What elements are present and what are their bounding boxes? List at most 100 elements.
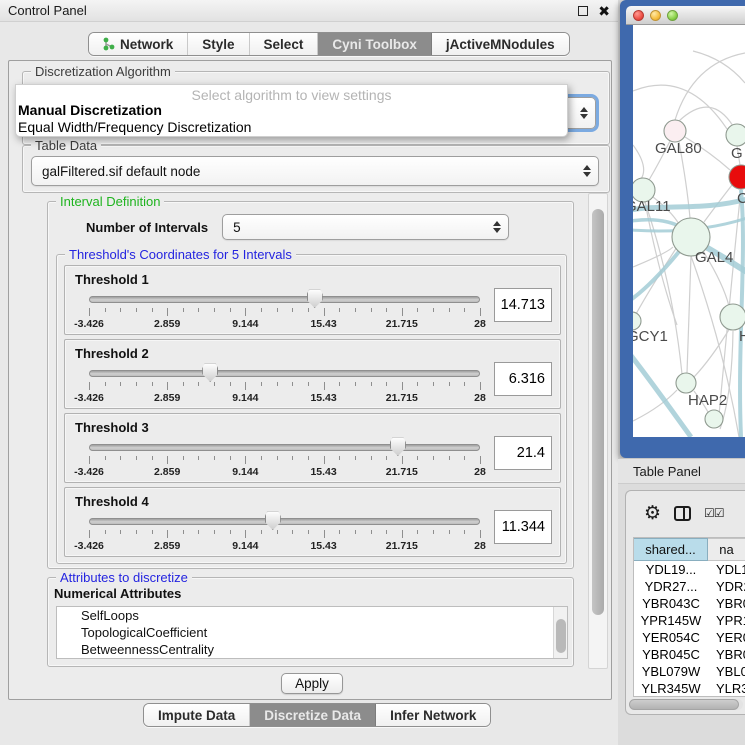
- table-row[interactable]: YLR345WYLR3: [634, 680, 745, 697]
- network-edge[interactable]: [633, 145, 644, 179]
- tab-impute-data[interactable]: Impute Data: [144, 704, 250, 726]
- tab-jactivemnodules[interactable]: jActiveMNodules: [432, 33, 569, 55]
- table-row[interactable]: YER054CYER0: [634, 629, 745, 646]
- column-header-shared-name[interactable]: shared...: [634, 538, 708, 561]
- dropdown-placeholder-item[interactable]: Select algorithm to view settings: [16, 85, 567, 102]
- float-window-icon[interactable]: [578, 6, 588, 16]
- table-row[interactable]: YBR045CYBR0: [634, 646, 745, 663]
- tick-mark: [183, 456, 184, 460]
- table-panel: ⚙ ☑☑ shared... na YDL19...YDL1YDR27...YD…: [625, 490, 745, 715]
- tick-mark: [198, 308, 199, 312]
- threshold-2-slider[interactable]: -3.4262.8599.14415.4321.71528: [89, 362, 480, 406]
- tick-mark: [167, 382, 168, 390]
- attribute-list-item[interactable]: SelfLoops: [57, 607, 567, 624]
- network-edge[interactable]: [693, 51, 745, 83]
- scrollbar-thumb[interactable]: [556, 619, 566, 653]
- attribute-list-item[interactable]: BetweennessCentrality: [57, 641, 567, 658]
- network-canvas[interactable]: GAL80GCGAL11GAL4GCY1HHAP2: [633, 25, 745, 437]
- table-row[interactable]: YDR27...YDR2: [634, 578, 745, 595]
- tick-mark: [214, 456, 215, 460]
- numerical-attributes-list[interactable]: SelfLoopsTopologicalCoefficientBetweenne…: [56, 606, 568, 659]
- threshold-3-value-field[interactable]: 21.4: [494, 436, 552, 470]
- threshold-3-slider[interactable]: -3.4262.8599.14415.4321.71528: [89, 436, 480, 480]
- column-header-name[interactable]: na: [708, 538, 745, 561]
- threshold-2-value-field[interactable]: 6.316: [494, 362, 552, 396]
- network-edge[interactable]: [675, 53, 745, 120]
- table-row[interactable]: YBL079WYBL0: [634, 663, 745, 680]
- tick-mark: [355, 456, 356, 460]
- network-node[interactable]: [664, 120, 686, 142]
- tick-mark: [183, 382, 184, 386]
- tab-style[interactable]: Style: [188, 33, 249, 55]
- number-of-intervals-combobox[interactable]: 5: [222, 214, 509, 240]
- group-legend: Attributes to discretize: [56, 570, 192, 585]
- tab-infer-network[interactable]: Infer Network: [376, 704, 490, 726]
- scrollbar-thumb[interactable]: [592, 209, 604, 615]
- slider-track[interactable]: [89, 518, 480, 525]
- network-view-window: GAL80GCGAL11GAL4GCY1HHAP2: [620, 0, 745, 458]
- tick-label: 9.144: [232, 392, 258, 404]
- table-panel-header: Table Panel: [618, 458, 745, 484]
- slider-track[interactable]: [89, 296, 480, 303]
- close-icon[interactable]: ✖: [598, 6, 610, 16]
- tab-select[interactable]: Select: [250, 33, 319, 55]
- apply-button[interactable]: Apply: [281, 673, 343, 694]
- tab-cyni-toolbox[interactable]: Cyni Toolbox: [318, 33, 432, 55]
- network-edge[interactable]: [679, 107, 733, 126]
- tick-mark: [136, 530, 137, 534]
- slider-thumb[interactable]: [307, 289, 323, 308]
- threshold-label: Threshold 4: [65, 488, 560, 509]
- slider-ticks: [89, 456, 480, 465]
- control-panel-titlebar: Control Panel ✖: [0, 0, 618, 22]
- checkbox-icon[interactable]: ☑☑: [704, 506, 724, 520]
- dropdown-item-equal-width[interactable]: Equal Width/Frequency Discretization: [16, 119, 567, 136]
- threshold-4-value-field[interactable]: 11.344: [494, 510, 552, 544]
- tab-network[interactable]: Network: [89, 33, 188, 55]
- tick-label: 2.859: [154, 540, 180, 552]
- list-scrollbar[interactable]: [553, 607, 567, 658]
- tick-mark: [324, 308, 325, 316]
- threshold-4-slider[interactable]: -3.4262.8599.14415.4321.71528: [89, 510, 480, 554]
- table-panel-title: Table Panel: [633, 464, 701, 479]
- scrollbar-thumb[interactable]: [629, 699, 739, 710]
- tick-mark: [464, 456, 465, 460]
- settings-scrollbar[interactable]: [588, 193, 608, 669]
- network-edge[interactable]: [687, 256, 691, 373]
- minimize-traffic-light-icon[interactable]: [650, 10, 661, 21]
- columns-icon[interactable]: [674, 506, 691, 521]
- slider-thumb[interactable]: [265, 511, 281, 530]
- tab-label: Infer Network: [390, 708, 476, 723]
- tab-discretize-data[interactable]: Discretize Data: [250, 704, 376, 726]
- slider-tick-labels: -3.4262.8599.14415.4321.71528: [89, 466, 480, 478]
- table-horizontal-scrollbar[interactable]: [629, 699, 743, 710]
- table-row[interactable]: YBR043CYBR0: [634, 595, 745, 612]
- network-node[interactable]: [676, 373, 696, 393]
- table-row[interactable]: YDL19...YDL1: [634, 561, 745, 578]
- slider-track[interactable]: [89, 370, 480, 377]
- tick-mark: [105, 456, 106, 460]
- tick-mark: [324, 530, 325, 538]
- table-row[interactable]: YPR145WYPR1: [634, 612, 745, 629]
- tick-mark: [183, 308, 184, 312]
- slider-track[interactable]: [89, 444, 480, 451]
- table-data-combobox[interactable]: galFiltered.sif default node: [31, 156, 599, 186]
- network-node[interactable]: [726, 124, 745, 146]
- tick-label: 15.43: [310, 540, 336, 552]
- threshold-1-value-field[interactable]: 14.713: [494, 288, 552, 322]
- cell-name: YER0: [708, 629, 745, 646]
- tab-label: Discretize Data: [264, 708, 361, 723]
- threshold-1-slider[interactable]: -3.4262.8599.14415.4321.71528: [89, 288, 480, 332]
- slider-thumb[interactable]: [390, 437, 406, 456]
- zoom-traffic-light-icon[interactable]: [667, 10, 678, 21]
- slider-thumb[interactable]: [202, 363, 218, 382]
- tick-mark: [136, 382, 137, 386]
- tick-mark: [449, 456, 450, 460]
- network-edge-thick[interactable]: [633, 353, 691, 437]
- network-node[interactable]: [720, 304, 745, 330]
- attribute-list-item[interactable]: TopologicalCoefficient: [57, 624, 567, 641]
- close-traffic-light-icon[interactable]: [633, 10, 644, 21]
- gear-icon[interactable]: ⚙: [644, 504, 661, 523]
- network-node[interactable]: [705, 410, 723, 428]
- tick-mark: [402, 382, 403, 390]
- dropdown-item-manual[interactable]: Manual Discretization: [16, 102, 567, 119]
